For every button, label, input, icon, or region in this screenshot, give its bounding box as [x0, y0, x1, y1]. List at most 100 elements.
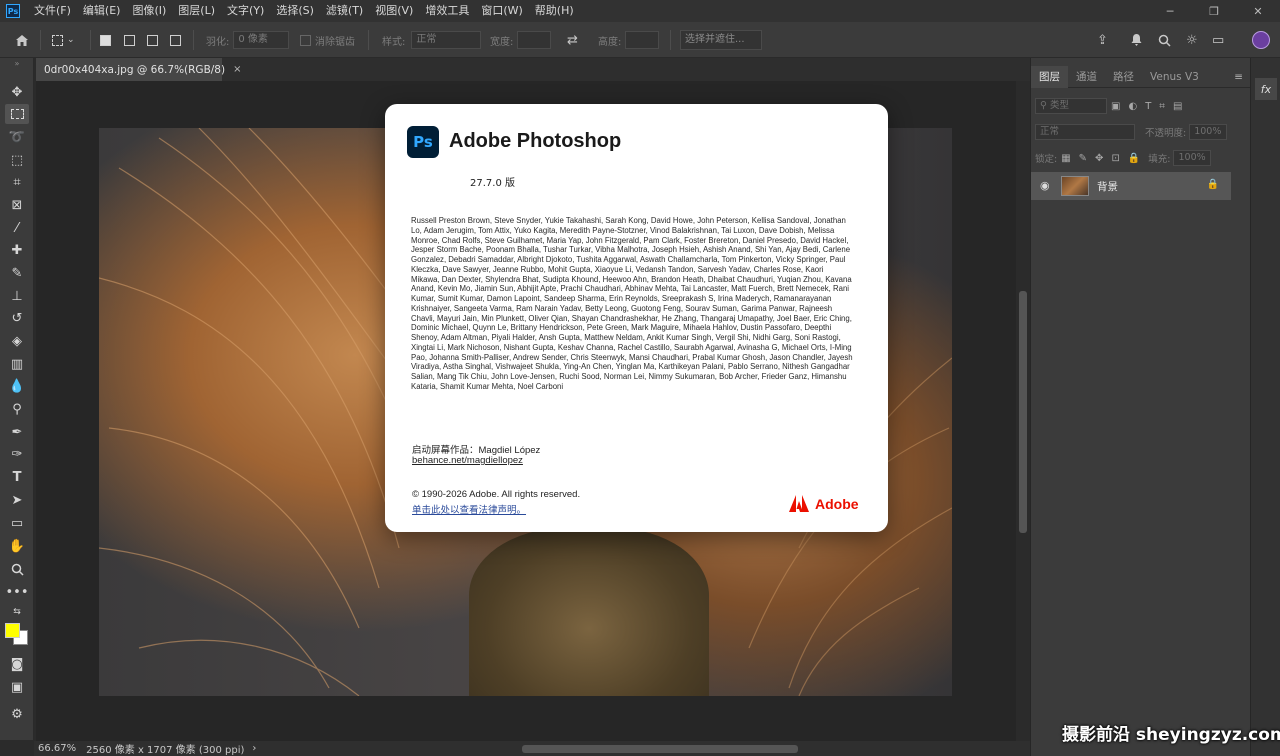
document-info: 2560 像素 x 1707 像素 (300 ppi): [86, 745, 245, 756]
tools-panel: » ✥ ➰ ⬚ ⌗ ⊠ ⁄ ✚ ✎ ⊥ ↺ ◈ ▥ 💧 ⚲ ✒ ✑ T ➤ ▭ …: [0, 58, 34, 740]
dodge-icon[interactable]: ⚲: [5, 399, 29, 419]
path-select-icon[interactable]: ➤: [5, 490, 29, 510]
legal-notice-link[interactable]: 单击此处以查看法律声明。: [412, 502, 526, 516]
layer-lock-icon: 🔒: [1206, 179, 1219, 190]
move-icon[interactable]: ✥: [5, 82, 29, 102]
menu-help[interactable]: 帮助(H): [529, 0, 580, 22]
panel-menu-icon[interactable]: ≡: [1226, 66, 1251, 88]
intersect-selection-icon[interactable]: [170, 22, 181, 58]
menu-image[interactable]: 图像(I): [126, 0, 172, 22]
visibility-eye-icon[interactable]: ◉: [1040, 179, 1050, 192]
minimize-icon[interactable]: ─: [1148, 0, 1192, 22]
menu-type[interactable]: 文字(Y): [221, 0, 270, 22]
tool-preset-icon[interactable]: ⌄: [52, 22, 75, 58]
feather-input[interactable]: 0 像素: [233, 31, 290, 49]
gradient-icon[interactable]: ▥: [5, 354, 29, 374]
menu-layer[interactable]: 图层(L): [172, 0, 221, 22]
type-icon[interactable]: T: [5, 467, 29, 487]
behance-link[interactable]: behance.net/magdiellopez: [412, 455, 523, 466]
lock-all-icon[interactable]: 🔒: [1128, 153, 1140, 164]
healing-icon[interactable]: ✚: [5, 240, 29, 260]
filter-adjust-icon[interactable]: ◐: [1128, 101, 1137, 112]
zoom-icon[interactable]: [5, 559, 29, 579]
menu-plugins[interactable]: 增效工具: [419, 0, 475, 22]
foreground-color-swatch[interactable]: [5, 623, 20, 638]
menu-view[interactable]: 视图(V): [369, 0, 419, 22]
workspace-icon[interactable]: ▭: [1212, 22, 1224, 58]
zoom-level[interactable]: 66.67%: [38, 743, 76, 754]
restore-icon[interactable]: ❐: [1192, 0, 1236, 22]
about-title: Adobe Photoshop: [449, 130, 622, 152]
menu-filter[interactable]: 滤镜(T): [320, 0, 369, 22]
close-icon[interactable]: ✕: [1236, 0, 1280, 22]
layers-panel: 图层 通道 路径 Venus V3 ≡ ⚲ 类型 ▣ ◐ T ⌗ ▤ 正常 不透…: [1030, 58, 1251, 756]
new-selection-icon[interactable]: [100, 22, 111, 58]
filter-shape-icon[interactable]: ⌗: [1159, 101, 1165, 112]
opacity-input[interactable]: 100%: [1189, 124, 1228, 140]
filter-pixel-icon[interactable]: ▣: [1111, 101, 1120, 112]
width-input[interactable]: [517, 31, 552, 49]
stamp-icon[interactable]: ⊥: [5, 286, 29, 306]
account-avatar[interactable]: [1252, 22, 1270, 58]
swap-icon[interactable]: ⇄: [567, 22, 578, 58]
blend-mode-select[interactable]: 正常: [1035, 124, 1135, 140]
more-icon[interactable]: •••: [5, 582, 29, 602]
notification-icon[interactable]: [1130, 22, 1143, 58]
close-tab-icon[interactable]: ×: [233, 64, 241, 75]
collapse-icon[interactable]: »: [5, 58, 29, 68]
layer-row[interactable]: ◉ 背景 🔒: [1031, 172, 1231, 200]
menu-bar: Ps 文件(F) 编辑(E) 图像(I) 图层(L) 文字(Y) 选择(S) 滤…: [0, 0, 1280, 22]
rectangle-icon[interactable]: ▭: [5, 513, 29, 533]
hand-icon[interactable]: ✋: [5, 536, 29, 556]
status-menu-arrow[interactable]: ›: [252, 743, 256, 754]
crop-icon[interactable]: ⌗: [5, 172, 29, 192]
about-dialog[interactable]: Ps Adobe Photoshop 27.7.0 版 Russell Pres…: [385, 104, 888, 532]
tab-venus[interactable]: Venus V3: [1142, 66, 1207, 88]
style-select[interactable]: 正常: [411, 31, 482, 49]
quick-mask-icon[interactable]: ◙: [5, 654, 29, 674]
add-selection-icon[interactable]: [124, 22, 135, 58]
share-icon[interactable]: ⇪: [1097, 22, 1108, 58]
antialias-checkbox[interactable]: [300, 34, 311, 46]
menu-file[interactable]: 文件(F): [28, 0, 77, 22]
lock-position-icon[interactable]: ✥: [1095, 153, 1103, 164]
lock-pixels-icon[interactable]: ✎: [1079, 153, 1087, 164]
brush-icon[interactable]: ✎: [5, 263, 29, 283]
lasso-icon[interactable]: ➰: [5, 127, 29, 147]
discover-icon[interactable]: ☼: [1186, 22, 1198, 58]
height-input[interactable]: [625, 31, 660, 49]
edit-toolbar-icon[interactable]: ⚙: [5, 704, 29, 724]
layer-filter-select[interactable]: ⚲ 类型: [1035, 98, 1107, 114]
eraser-icon[interactable]: ◈: [5, 331, 29, 351]
object-select-icon[interactable]: ⬚: [5, 150, 29, 170]
vertical-scrollbar[interactable]: [1016, 81, 1030, 741]
frame-icon[interactable]: ⊠: [5, 195, 29, 215]
swap-colors-icon[interactable]: ⇆: [5, 606, 29, 618]
tab-channels[interactable]: 通道: [1068, 66, 1105, 88]
home-icon[interactable]: [14, 22, 30, 58]
subtract-selection-icon[interactable]: [147, 22, 158, 58]
menu-edit[interactable]: 编辑(E): [77, 0, 127, 22]
tab-paths[interactable]: 路径: [1105, 66, 1142, 88]
search-icon[interactable]: [1158, 22, 1171, 58]
document-tab[interactable]: 0dr00x404xa.jpg @ 66.7%(RGB/8) ×: [36, 58, 241, 81]
blur-icon[interactable]: 💧: [5, 376, 29, 396]
filter-type-icon[interactable]: T: [1145, 101, 1151, 112]
fx-icon[interactable]: fx: [1255, 78, 1277, 100]
history-brush-icon[interactable]: ↺: [5, 308, 29, 328]
menu-select[interactable]: 选择(S): [270, 0, 320, 22]
lock-transparent-icon[interactable]: ▦: [1061, 153, 1070, 164]
screen-mode-icon[interactable]: ▣: [5, 677, 29, 697]
pen-icon[interactable]: ✒: [5, 422, 29, 442]
fill-input[interactable]: 100%: [1173, 150, 1212, 166]
horizontal-scroll-thumb[interactable]: [522, 745, 798, 753]
eyedropper-icon[interactable]: ⁄: [5, 218, 29, 238]
marquee-icon[interactable]: [5, 104, 29, 124]
select-and-mask-button[interactable]: 选择并遮住...: [680, 30, 762, 50]
pen2-icon[interactable]: ✑: [5, 444, 29, 464]
lock-artboard-icon[interactable]: ⊡: [1111, 153, 1119, 164]
filter-smart-icon[interactable]: ▤: [1173, 101, 1182, 112]
tab-layers[interactable]: 图层: [1031, 65, 1068, 88]
vertical-scroll-thumb[interactable]: [1019, 291, 1027, 533]
menu-window[interactable]: 窗口(W): [475, 0, 528, 22]
